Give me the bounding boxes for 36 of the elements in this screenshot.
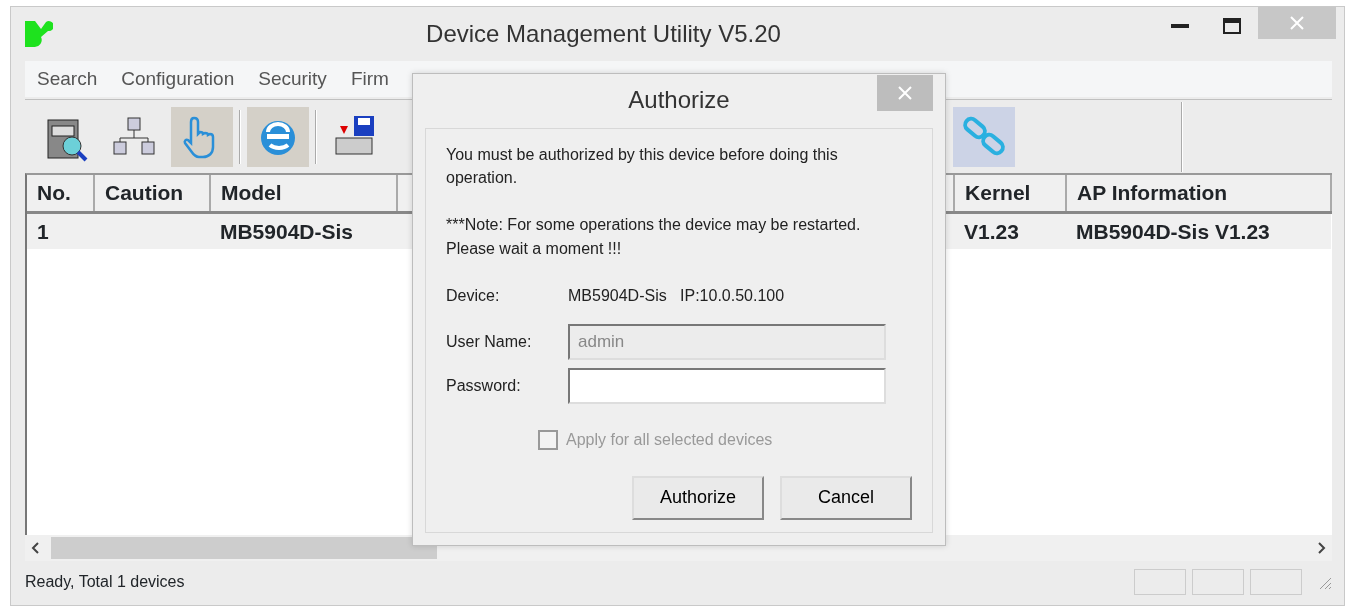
table-cell: MB5904D-Sis	[209, 212, 397, 249]
status-panel	[1192, 569, 1244, 595]
status-panel	[1134, 569, 1186, 595]
app-logo-icon	[23, 19, 53, 49]
dialog-title: Authorize	[628, 85, 730, 115]
close-icon	[898, 86, 912, 100]
note-text: ***Note: For some operations the device may be restarted. Please wait a moment !!!	[446, 215, 862, 259]
scrollbar-thumb[interactable]	[51, 537, 437, 559]
toolbar-button[interactable]	[247, 106, 309, 167]
menu-item[interactable]: Firm	[338, 64, 401, 94]
table-cell: V1.23	[954, 212, 1067, 249]
field-label: Device:	[446, 285, 501, 306]
table-cell: 1	[27, 212, 94, 249]
column-header[interactable]: No.	[27, 175, 94, 212]
device-info: MB5904D-Sis IP:10.0.50.100	[568, 285, 785, 306]
status-text: Ready, Total 1 devices	[25, 572, 186, 592]
column-header[interactable]: AP Information	[1066, 175, 1331, 212]
column-header[interactable]: Model	[209, 175, 397, 212]
column-header[interactable]: Kernel	[954, 175, 1067, 212]
menu-item[interactable]: Search	[25, 64, 110, 94]
menu-item[interactable]: Configuration	[109, 64, 247, 94]
dialog-button[interactable]: Authorize	[632, 475, 764, 520]
window-title: Device Management Utility V5.20	[425, 19, 782, 49]
dialog-button[interactable]: Cancel	[780, 475, 912, 520]
status-panel	[1250, 569, 1302, 595]
field-label: User Name:	[446, 331, 533, 352]
field-label: Password:	[446, 375, 522, 396]
menu-item[interactable]: Security	[246, 64, 339, 94]
minimize-icon	[1171, 24, 1189, 28]
password-field[interactable]	[568, 367, 886, 404]
column-header[interactable]: Caution	[93, 175, 210, 212]
close-icon	[1290, 16, 1304, 30]
message-text: You must be authorized by this device before doing this operation.	[446, 145, 839, 189]
table-cell: MB5904D-Sis V1.23	[1066, 212, 1331, 249]
maximize-icon	[1223, 18, 1241, 34]
checkbox-label: Apply for all selected devices	[566, 429, 773, 450]
